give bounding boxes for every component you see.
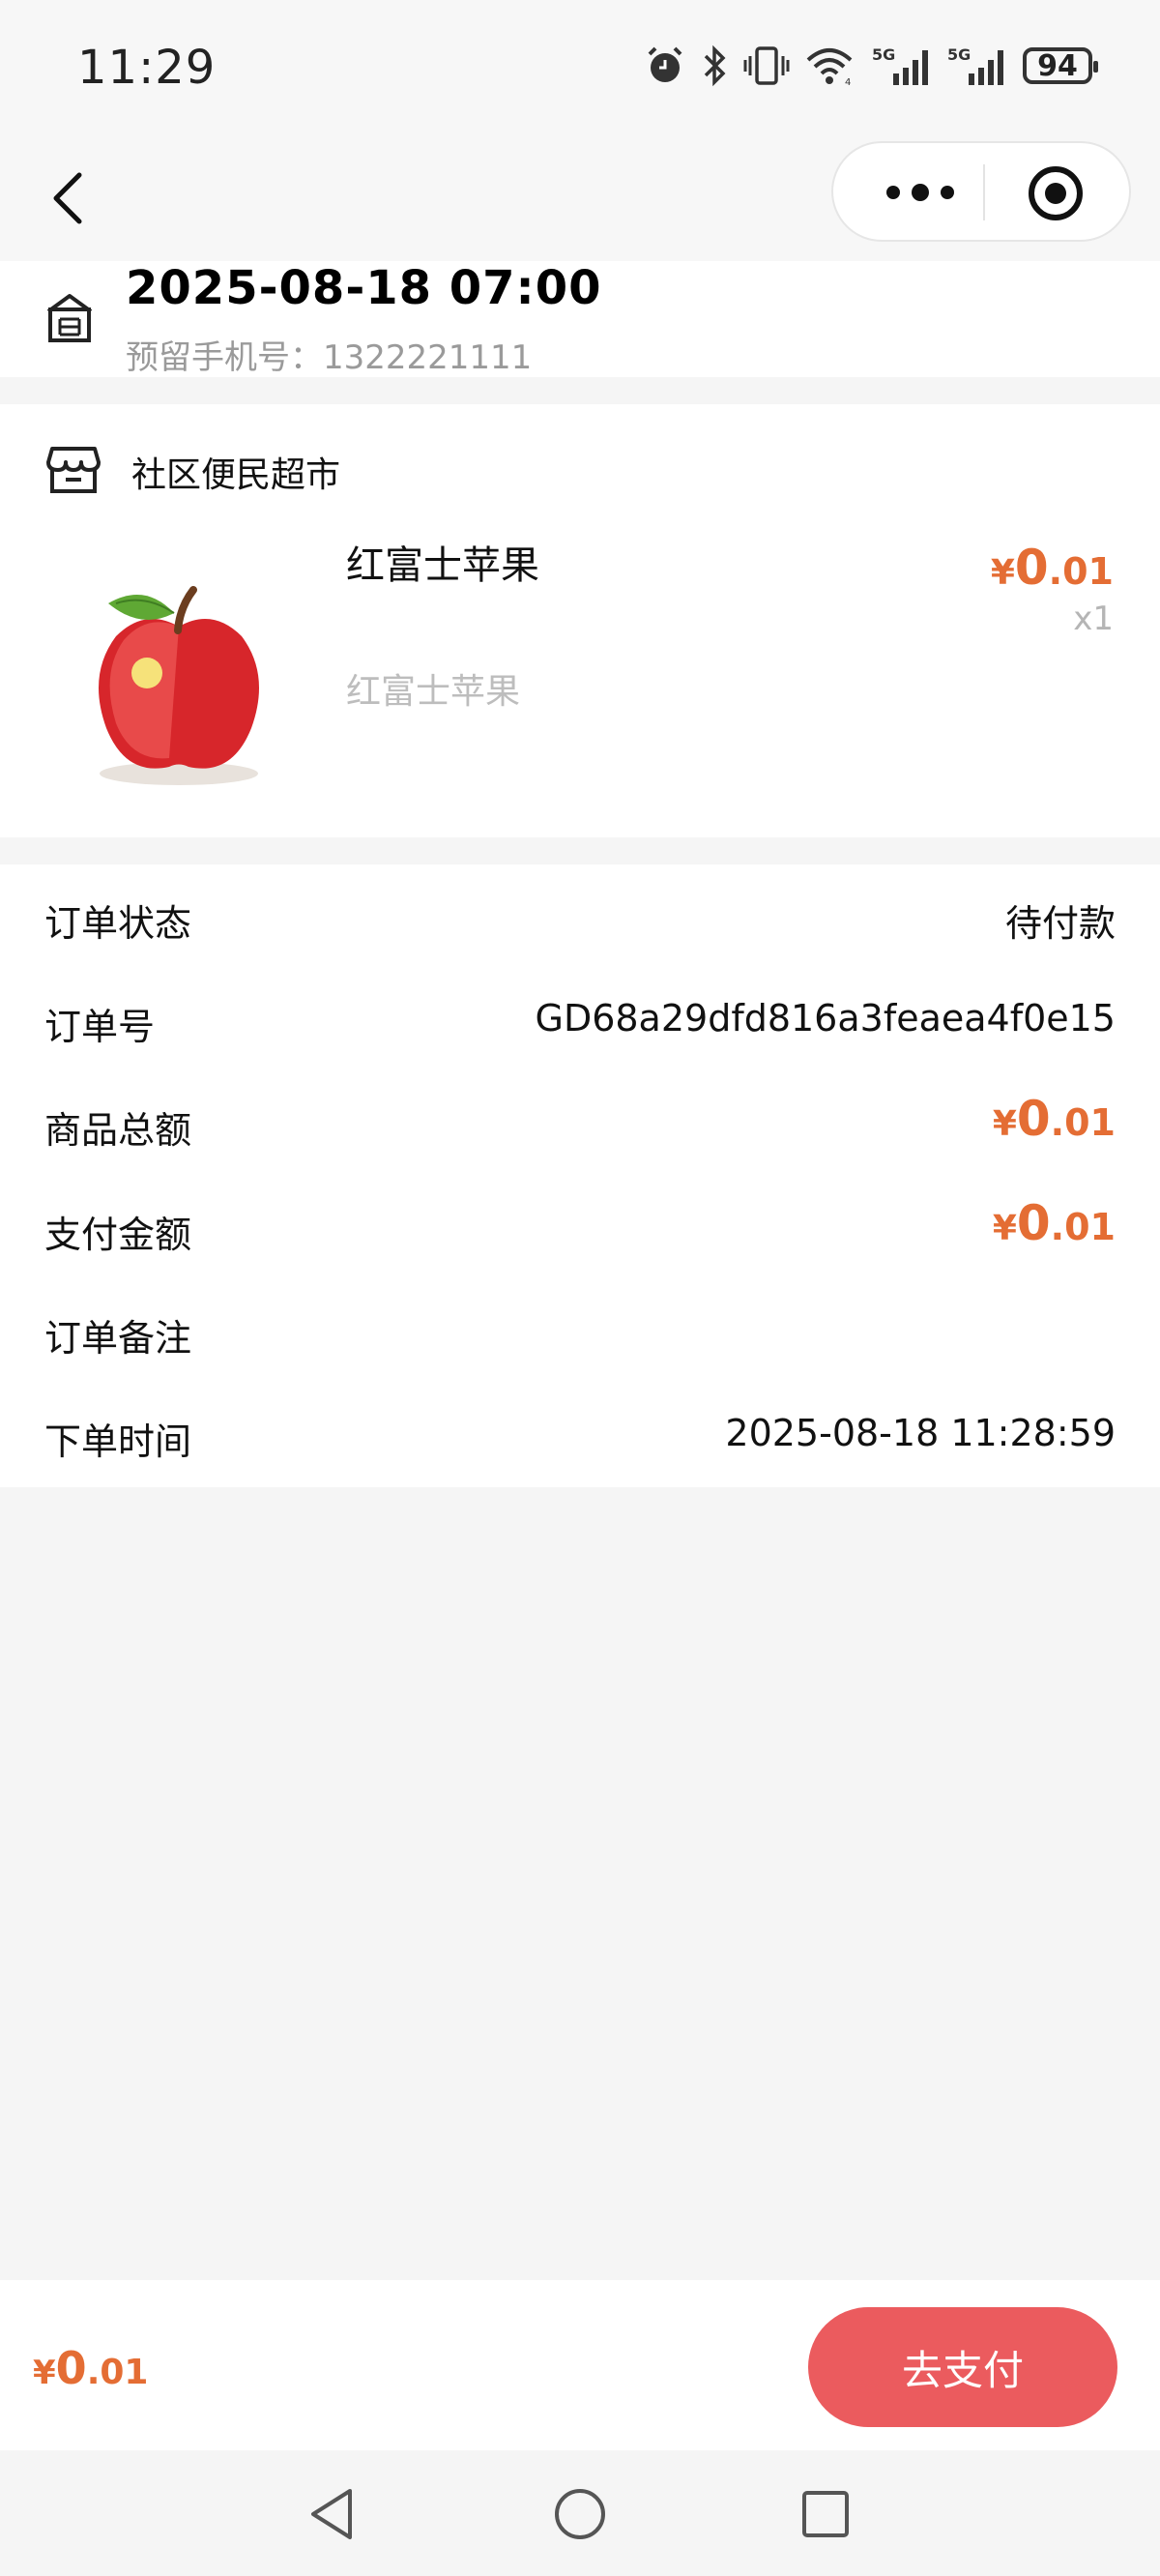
network-label: 5G <box>947 45 971 64</box>
circle-home-icon <box>555 2489 605 2539</box>
network-label: 5G <box>872 45 895 64</box>
goods-total-label: 商品总额 <box>44 1109 192 1152</box>
battery-icon: 94 <box>1023 47 1098 84</box>
price-currency: ¥ <box>33 2354 56 2392</box>
pickup-info-card: 2025-08-18 07:00 预留手机号：1322221111 <box>0 261 1160 377</box>
price-integer: 0 <box>1016 1195 1051 1251</box>
price-decimal: .01 <box>1048 550 1114 593</box>
price-decimal: .01 <box>1050 1101 1116 1144</box>
store-name: 社区便民超市 <box>131 455 341 495</box>
system-nav-bar <box>0 2450 1160 2576</box>
product-price: ¥0.01 <box>991 540 1114 596</box>
status-icons: 4 5G 5G 94 <box>644 44 1098 87</box>
target-icon <box>1029 166 1083 220</box>
signal-5g-icon: 5G <box>947 45 1003 85</box>
building-icon <box>46 294 93 342</box>
store-card: 社区便民超市 红富士苹果 红富士苹果 ¥0.01 x1 <box>0 404 1160 837</box>
price-currency: ¥ <box>990 553 1015 593</box>
status-bar: 11:29 4 5G 5G 94 <box>0 0 1160 135</box>
system-recents-button[interactable] <box>795 2483 856 2545</box>
triangle-back-icon <box>311 2489 352 2539</box>
product-subtitle: 红富士苹果 <box>346 672 521 712</box>
pay-amount-price: ¥0.01 <box>993 1195 1116 1251</box>
price-integer: 0 <box>1016 1091 1051 1147</box>
system-back-button[interactable] <box>302 2483 363 2545</box>
order-time-label: 下单时间 <box>44 1420 192 1463</box>
order-number-value: GD68a29dfd816a3feaea4f0e15 <box>535 997 1116 1039</box>
order-number-label: 订单号 <box>44 1006 156 1048</box>
capsule-divider <box>983 164 985 220</box>
goods-total-price: ¥0.01 <box>993 1091 1116 1147</box>
order-remark-label: 订单备注 <box>44 1317 192 1360</box>
wifi-icon: 4 <box>806 48 853 87</box>
order-time-row: 下单时间 2025-08-18 11:28:59 <box>0 1383 1160 1479</box>
pay-amount-label: 支付金额 <box>44 1214 192 1256</box>
svg-text:4: 4 <box>845 77 851 87</box>
bottom-pay-bar: ¥0.01 去支付 <box>0 2280 1160 2450</box>
price-integer: 0 <box>55 2342 87 2394</box>
close-mini-program-button[interactable] <box>1027 164 1085 222</box>
shop-icon <box>46 447 101 493</box>
mini-program-capsule <box>831 141 1131 242</box>
order-status-row: 订单状态 待付款 <box>0 864 1160 961</box>
alarm-icon <box>648 46 682 82</box>
pickup-time: 2025-08-18 07:00 <box>126 261 602 315</box>
reserved-phone: 预留手机号：1322221111 <box>126 338 533 377</box>
order-time-value: 2025-08-18 11:28:59 <box>725 1412 1116 1454</box>
price-currency: ¥ <box>992 1104 1017 1144</box>
product-quantity: x1 <box>1073 600 1114 638</box>
bottom-total-price: ¥0.01 <box>33 2342 148 2394</box>
product-name: 红富士苹果 <box>346 543 539 588</box>
order-number-row: 订单号 GD68a29dfd816a3feaea4f0e15 <box>0 968 1160 1065</box>
signal-5g-icon: 5G <box>872 45 928 85</box>
order-info-card: 订单状态 待付款 订单号 GD68a29dfd816a3feaea4f0e15 … <box>0 864 1160 1487</box>
vibrate-icon <box>743 46 790 85</box>
price-decimal: .01 <box>1050 1206 1116 1248</box>
bluetooth-icon <box>704 44 726 87</box>
pay-amount-row: 支付金额 ¥0.01 <box>0 1176 1160 1273</box>
back-button[interactable] <box>39 164 97 232</box>
system-home-button[interactable] <box>549 2483 611 2545</box>
pay-button[interactable]: 去支付 <box>808 2307 1117 2427</box>
square-recents-icon <box>802 2491 849 2537</box>
status-time: 11:29 <box>77 41 217 95</box>
order-status-value: 待付款 <box>1004 902 1116 945</box>
apple-image[interactable] <box>77 569 280 791</box>
more-button[interactable] <box>872 168 969 217</box>
battery-level: 94 <box>1037 48 1078 83</box>
price-decimal: .01 <box>86 2353 149 2392</box>
chevron-left-icon <box>53 172 82 224</box>
price-integer: 0 <box>1014 540 1049 596</box>
goods-total-row: 商品总额 ¥0.01 <box>0 1071 1160 1168</box>
order-status-label: 订单状态 <box>44 902 192 945</box>
order-remark-row: 订单备注 <box>0 1279 1160 1376</box>
price-currency: ¥ <box>992 1209 1017 1248</box>
more-icon <box>886 184 954 201</box>
